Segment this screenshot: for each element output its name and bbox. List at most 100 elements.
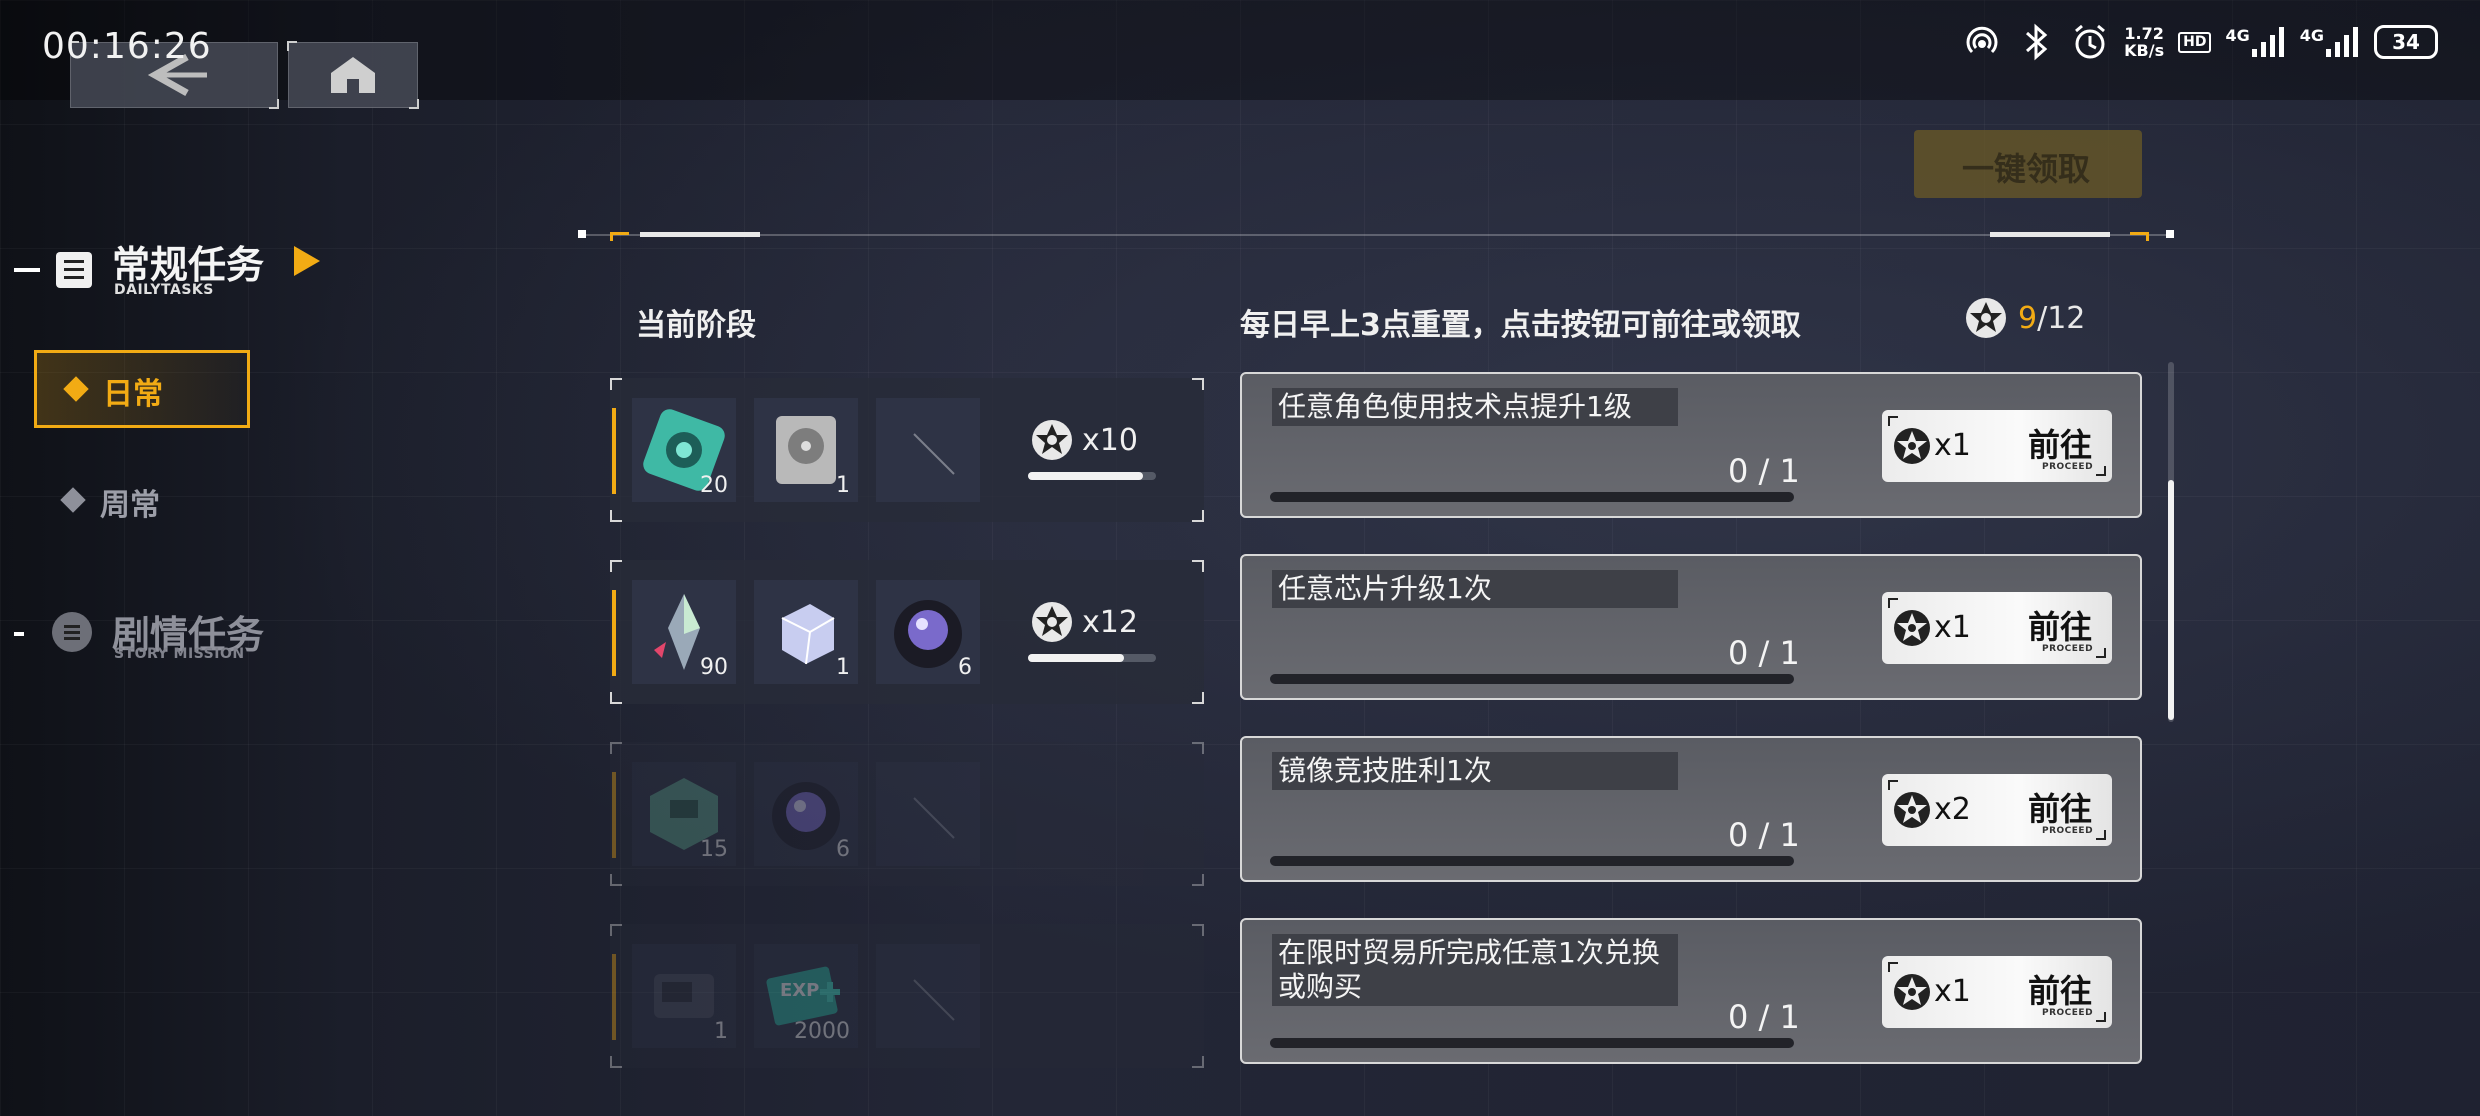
stage-points-value: x10	[1082, 422, 1138, 458]
row-corner	[610, 924, 622, 936]
stage-header: 当前阶段	[636, 308, 756, 343]
reward-item-count: 1	[836, 655, 850, 680]
reward-item[interactable]: 1	[632, 944, 736, 1048]
proceed-sublabel: PROCEED	[2042, 644, 2094, 654]
stage-points-value: x12	[1082, 604, 1138, 640]
scrollbar-thumb[interactable]	[2168, 480, 2174, 720]
reward-item-count: 1	[714, 1019, 728, 1044]
diamond-icon	[60, 487, 86, 513]
reward-item-count: 90	[700, 655, 728, 680]
tab-weekly[interactable]: 周常	[34, 462, 250, 540]
star-emblem-icon	[1032, 602, 1072, 642]
stage-marker	[612, 590, 616, 676]
reward-item[interactable]: EXP 2000	[754, 944, 858, 1048]
button-corner	[2096, 648, 2106, 658]
status-time: 00:16:26	[42, 26, 212, 67]
reward-item[interactable]	[876, 944, 980, 1048]
task-card: 任意角色使用技术点提升1级 0 / 1 x1 前往 PROCEED	[1240, 372, 2142, 518]
net-speed-unit: KB/s	[2124, 41, 2165, 60]
task-reward: x2	[1934, 792, 1971, 827]
task-card: 在限时贸易所完成任意1次兑换或购买 0 / 1 x1 前往 PROCEED	[1240, 918, 2142, 1064]
row-corner	[610, 560, 622, 572]
empty-slot-icon	[913, 433, 955, 475]
row-corner	[1192, 378, 1204, 390]
proceed-button[interactable]: x1 前往 PROCEED	[1882, 592, 2112, 664]
button-corner	[1888, 780, 1898, 790]
play-arrow-icon	[294, 246, 320, 276]
reward-item[interactable]: 1	[754, 398, 858, 502]
star-emblem-icon	[1032, 420, 1072, 460]
proceed-label: 前往	[2028, 426, 2093, 464]
row-corner	[610, 874, 622, 886]
proceed-sublabel: PROCEED	[2042, 1008, 2094, 1018]
star-emblem-icon	[1894, 974, 1930, 1010]
row-corner	[1192, 874, 1204, 886]
claim-all-button[interactable]: 一键领取	[1914, 130, 2142, 198]
proceed-label: 前往	[2028, 608, 2093, 646]
tab-daily-label: 日常	[103, 377, 163, 412]
button-corner	[1888, 598, 1898, 608]
signal-2-label: 4G	[2299, 26, 2324, 45]
status-icons: 1.72 KB/s HD 4G 4G 34	[1962, 22, 2438, 62]
points-current: 9	[2018, 300, 2038, 336]
row-corner	[1192, 560, 1204, 572]
row-corner	[610, 742, 622, 754]
reward-item[interactable]: 1	[754, 580, 858, 684]
reward-item-count: 2000	[794, 1019, 850, 1044]
signal-1: 4G	[2225, 27, 2285, 57]
stage-progress-fill	[1028, 654, 1124, 662]
stage-points: x12	[1030, 600, 1138, 644]
daily-tasks-title[interactable]: 常规任务	[112, 234, 264, 289]
row-corner	[1192, 692, 1204, 704]
proceed-label: 前往	[2028, 790, 2093, 828]
divider-tick	[2130, 232, 2149, 241]
hd-badge: HD	[2178, 31, 2212, 53]
stage-reward-row: 1 EXP 2000	[610, 924, 1204, 1068]
reward-item[interactable]	[876, 398, 980, 502]
reward-item[interactable]: 6	[754, 762, 858, 866]
task-progress: 0 / 1	[1728, 998, 1800, 1036]
button-corner	[1888, 962, 1898, 972]
reward-item[interactable]: 20	[632, 398, 736, 502]
proceed-button[interactable]: x2 前往 PROCEED	[1882, 774, 2112, 846]
stage-reward-row: 90 1 6 x12	[610, 560, 1204, 704]
home-button[interactable]	[287, 41, 419, 109]
task-name: 镜像竞技胜利1次	[1272, 752, 1678, 790]
task-progress-bar	[1270, 674, 1794, 684]
sidebar-marker	[14, 268, 40, 272]
proceed-button[interactable]: x1 前往 PROCEED	[1882, 410, 2112, 482]
task-card: 任意芯片升级1次 0 / 1 x1 前往 PROCEED	[1240, 554, 2142, 700]
proceed-button[interactable]: x1 前往 PROCEED	[1882, 956, 2112, 1028]
task-progress-bar	[1270, 492, 1794, 502]
stage-progress-bar	[1028, 654, 1156, 662]
reward-item[interactable]: 6	[876, 580, 980, 684]
empty-slot-icon	[913, 979, 955, 1021]
button-corner	[2096, 830, 2106, 840]
tab-weekly-label: 周常	[100, 488, 160, 523]
sidebar-marker	[14, 632, 24, 636]
star-emblem-icon	[1894, 428, 1930, 464]
stage-points: x10	[1030, 418, 1138, 462]
divider-tick	[610, 232, 629, 241]
top-divider	[580, 234, 2174, 236]
stage-marker	[612, 954, 616, 1040]
story-icon	[52, 612, 92, 652]
reward-item[interactable]: 90	[632, 580, 736, 684]
row-corner	[610, 1056, 622, 1068]
points-counter: 9/12	[1964, 296, 2085, 340]
button-corner	[2096, 1012, 2106, 1022]
stage-progress-bar	[1028, 472, 1156, 480]
reward-item-count: 15	[700, 837, 728, 862]
reward-item-count: 1	[836, 473, 850, 498]
reward-item[interactable]	[876, 762, 980, 866]
task-progress: 0 / 1	[1728, 816, 1800, 854]
reward-item[interactable]: 15	[632, 762, 736, 866]
divider-dot	[2166, 230, 2174, 238]
row-corner	[1192, 1056, 1204, 1068]
claim-all-label: 一键领取	[1962, 150, 2091, 188]
task-list-icon	[56, 252, 92, 288]
task-name: 任意角色使用技术点提升1级	[1272, 388, 1678, 426]
reward-item-count: 6	[836, 837, 850, 862]
alarm-icon	[2070, 22, 2110, 62]
tab-daily[interactable]: 日常	[34, 350, 250, 428]
